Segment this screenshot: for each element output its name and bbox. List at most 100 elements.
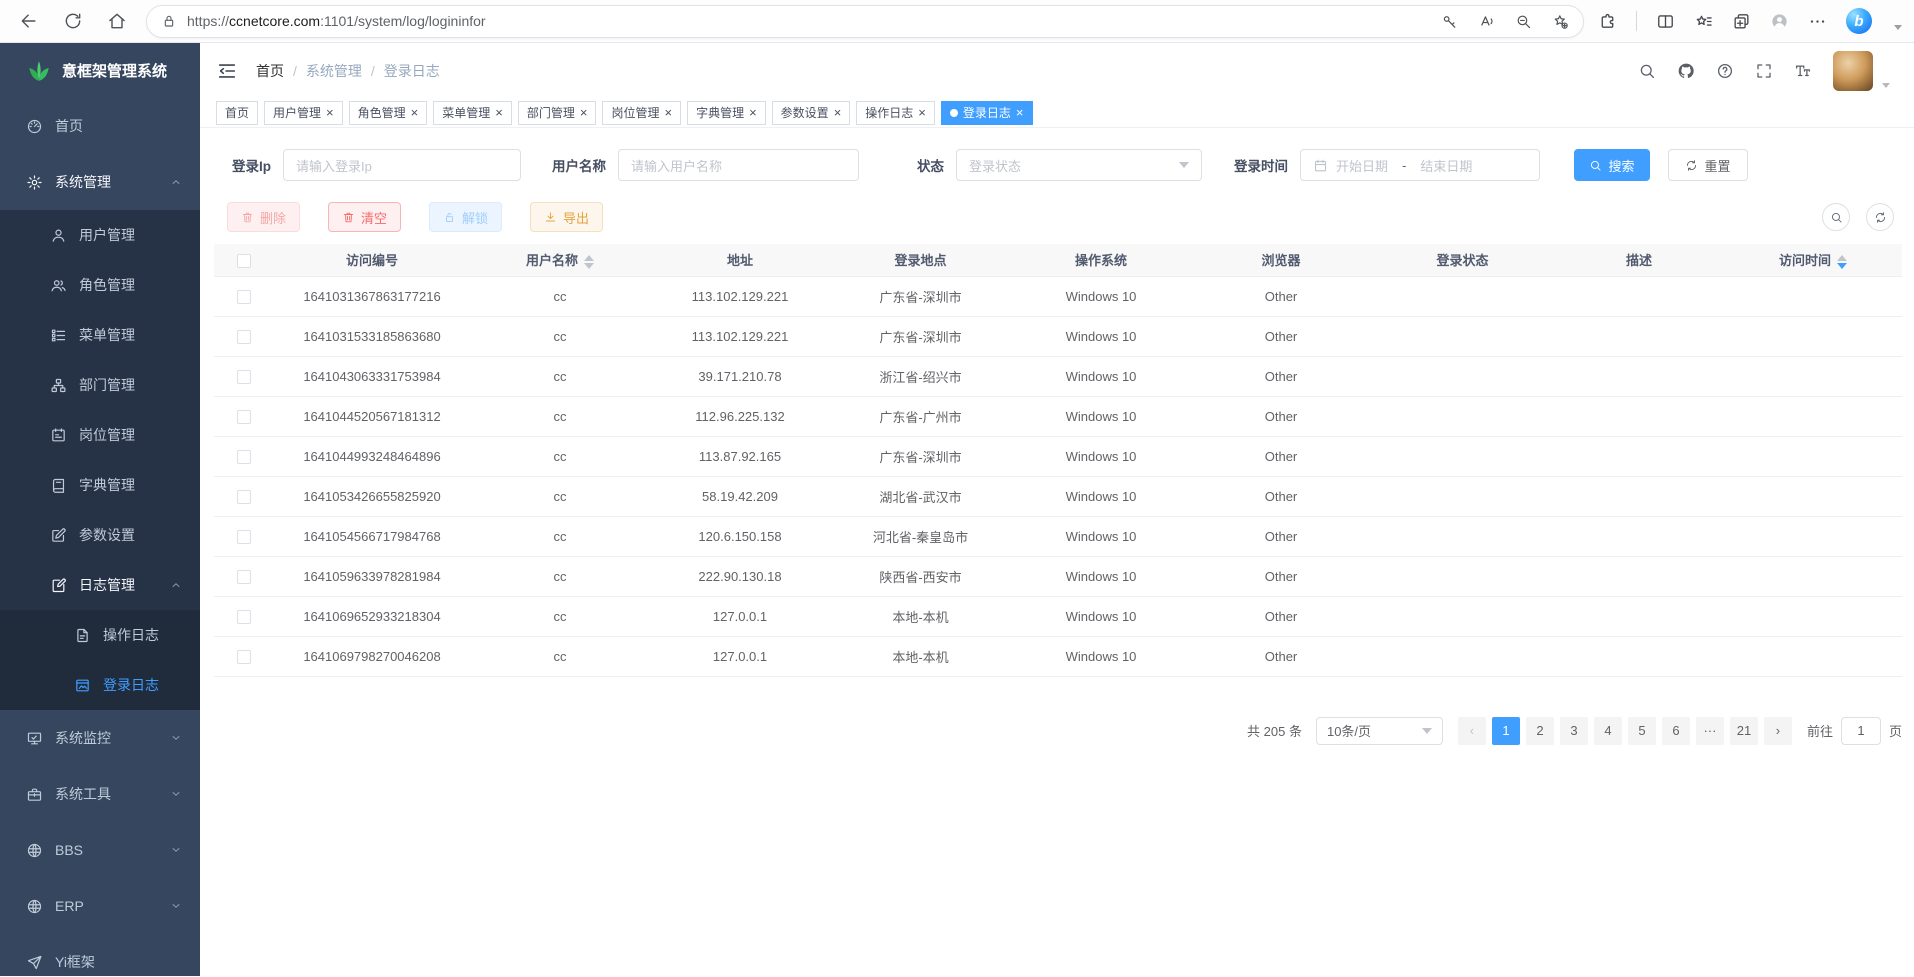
tab-dict-mgmt[interactable]: 字典管理× bbox=[687, 101, 766, 125]
sidebar-item-system-mgmt[interactable]: 系统管理 bbox=[0, 154, 200, 210]
sort-carets-icon[interactable] bbox=[1837, 255, 1847, 269]
username-input[interactable]: 请输入用户名称 bbox=[618, 149, 859, 181]
page-button-1[interactable]: 1 bbox=[1492, 717, 1520, 745]
select-all-checkbox[interactable] bbox=[237, 254, 251, 268]
column-header-username[interactable]: 用户名称 bbox=[470, 244, 650, 276]
row-checkbox[interactable] bbox=[237, 490, 251, 504]
page-button-2[interactable]: 2 bbox=[1526, 717, 1554, 745]
jump-page-input[interactable] bbox=[1841, 717, 1881, 745]
zoom-out-icon[interactable] bbox=[1515, 13, 1532, 30]
sort-carets-icon[interactable] bbox=[584, 255, 594, 269]
help-icon[interactable] bbox=[1716, 62, 1734, 80]
sidebar-item-param-settings[interactable]: 参数设置 bbox=[0, 510, 200, 560]
row-checkbox[interactable] bbox=[237, 330, 251, 344]
tab-home[interactable]: 首页 bbox=[216, 101, 258, 125]
tab-menu-mgmt[interactable]: 菜单管理× bbox=[433, 101, 512, 125]
column-header-select[interactable] bbox=[214, 244, 274, 276]
sidebar-item-post-mgmt[interactable]: 岗位管理 bbox=[0, 410, 200, 460]
tab-post-mgmt[interactable]: 岗位管理× bbox=[602, 101, 681, 125]
github-icon[interactable] bbox=[1677, 62, 1695, 80]
row-checkbox[interactable] bbox=[237, 530, 251, 544]
tab-dept-mgmt[interactable]: 部门管理× bbox=[518, 101, 597, 125]
address-bar[interactable]: https://ccnetcore.com:1101/system/log/lo… bbox=[146, 5, 1584, 38]
column-header-time[interactable]: 访问时间 bbox=[1724, 244, 1902, 276]
sidebar-item-log-mgmt[interactable]: 日志管理 bbox=[0, 560, 200, 610]
tab-operation-log[interactable]: 操作日志× bbox=[856, 101, 935, 125]
more-pages-button[interactable]: ··· bbox=[1696, 717, 1724, 745]
close-tab-icon[interactable]: × bbox=[834, 106, 842, 119]
favorite-add-icon[interactable] bbox=[1552, 13, 1569, 30]
sidebar-item-dept-mgmt[interactable]: 部门管理 bbox=[0, 360, 200, 410]
breadcrumb-system[interactable]: 系统管理 bbox=[306, 61, 362, 81]
key-icon[interactable] bbox=[1441, 13, 1458, 30]
close-tab-icon[interactable]: × bbox=[411, 106, 419, 119]
sidebar-item-dict-mgmt[interactable]: 字典管理 bbox=[0, 460, 200, 510]
delete-button[interactable]: 删除 bbox=[227, 202, 300, 232]
page-button-6[interactable]: 6 bbox=[1662, 717, 1690, 745]
sidebar-item-role-mgmt[interactable]: 角色管理 bbox=[0, 260, 200, 310]
ip-input[interactable]: 请输入登录Ip bbox=[283, 149, 521, 181]
tab-login-log[interactable]: 登录日志× bbox=[941, 101, 1033, 125]
close-tab-icon[interactable]: × bbox=[749, 106, 757, 119]
close-tab-icon[interactable]: × bbox=[664, 106, 672, 119]
page-button-4[interactable]: 4 bbox=[1594, 717, 1622, 745]
browser-home-icon[interactable] bbox=[102, 6, 132, 36]
extensions-icon[interactable] bbox=[1598, 12, 1617, 31]
prev-page-button[interactable]: ‹ bbox=[1458, 717, 1486, 745]
search-icon[interactable] bbox=[1638, 62, 1656, 80]
clear-button[interactable]: 清空 bbox=[328, 202, 401, 232]
row-checkbox[interactable] bbox=[237, 370, 251, 384]
text-size-icon[interactable] bbox=[1794, 62, 1812, 80]
sidebar-item-operation-log[interactable]: 操作日志 bbox=[0, 610, 200, 660]
search-button[interactable]: 搜索 bbox=[1574, 149, 1650, 181]
export-button[interactable]: 导出 bbox=[530, 202, 603, 232]
close-tab-icon[interactable]: × bbox=[580, 106, 588, 119]
sidebar-item-sys-monitor[interactable]: 系统监控 bbox=[0, 710, 200, 766]
sidebar-item-bbs[interactable]: BBS bbox=[0, 822, 200, 878]
page-size-select[interactable]: 10条/页 bbox=[1316, 717, 1443, 745]
fullscreen-icon[interactable] bbox=[1755, 62, 1773, 80]
sidebar-item-login-log[interactable]: 登录日志 bbox=[0, 660, 200, 710]
sidebar-item-user-mgmt[interactable]: 用户管理 bbox=[0, 210, 200, 260]
page-button-3[interactable]: 3 bbox=[1560, 717, 1588, 745]
show-search-button[interactable] bbox=[1822, 203, 1850, 231]
close-tab-icon[interactable]: × bbox=[1016, 106, 1024, 119]
page-button-21[interactable]: 21 bbox=[1730, 717, 1758, 745]
row-checkbox[interactable] bbox=[237, 410, 251, 424]
row-checkbox[interactable] bbox=[237, 450, 251, 464]
breadcrumb-home[interactable]: 首页 bbox=[256, 61, 284, 81]
sidebar-item-sys-tools[interactable]: 系统工具 bbox=[0, 766, 200, 822]
tab-user-mgmt[interactable]: 用户管理× bbox=[264, 101, 343, 125]
site-permissions-icon[interactable] bbox=[161, 13, 177, 29]
close-tab-icon[interactable]: × bbox=[326, 106, 334, 119]
avatar[interactable] bbox=[1833, 51, 1873, 91]
tab-param-settings[interactable]: 参数设置× bbox=[772, 101, 851, 125]
browser-reload-icon[interactable] bbox=[58, 6, 88, 36]
profile-icon[interactable] bbox=[1770, 12, 1789, 31]
favorites-icon[interactable] bbox=[1694, 12, 1713, 31]
row-checkbox[interactable] bbox=[237, 610, 251, 624]
status-select[interactable]: 登录状态 bbox=[956, 149, 1202, 181]
date-range-input[interactable]: 开始日期 - 结束日期 bbox=[1300, 149, 1540, 181]
tab-role-mgmt[interactable]: 角色管理× bbox=[349, 101, 428, 125]
more-icon[interactable] bbox=[1808, 12, 1827, 31]
row-checkbox[interactable] bbox=[237, 570, 251, 584]
row-checkbox[interactable] bbox=[237, 650, 251, 664]
next-page-button[interactable]: › bbox=[1764, 717, 1792, 745]
split-screen-icon[interactable] bbox=[1656, 12, 1675, 31]
sidebar-collapse-icon[interactable] bbox=[216, 60, 238, 82]
collections-icon[interactable] bbox=[1732, 12, 1751, 31]
row-checkbox[interactable] bbox=[237, 290, 251, 304]
browser-back-icon[interactable] bbox=[14, 6, 44, 36]
sidebar-item-yi-framework[interactable]: Yi框架 bbox=[0, 934, 200, 976]
read-aloud-icon[interactable] bbox=[1478, 13, 1495, 30]
unlock-button[interactable]: 解锁 bbox=[429, 202, 502, 232]
close-tab-icon[interactable]: × bbox=[918, 106, 926, 119]
sidebar-item-home[interactable]: 首页 bbox=[0, 98, 200, 154]
sidebar-item-menu-mgmt[interactable]: 菜单管理 bbox=[0, 310, 200, 360]
page-button-5[interactable]: 5 bbox=[1628, 717, 1656, 745]
copilot-icon[interactable]: b bbox=[1846, 8, 1872, 34]
sidebar-item-erp[interactable]: ERP bbox=[0, 878, 200, 934]
close-tab-icon[interactable]: × bbox=[495, 106, 503, 119]
refresh-table-button[interactable] bbox=[1866, 203, 1894, 231]
